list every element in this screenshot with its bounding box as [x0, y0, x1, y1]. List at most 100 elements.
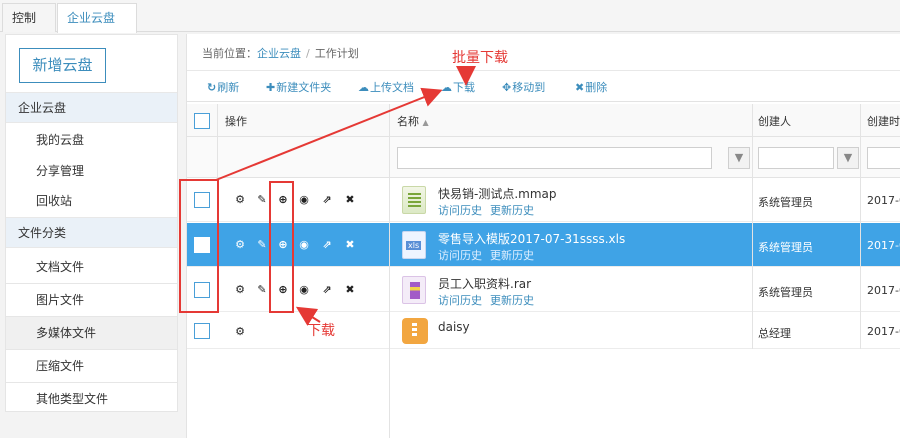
update-history-link[interactable]: 更新历史 [490, 249, 534, 262]
sidebar-item-documents[interactable]: 文档文件 [6, 251, 177, 284]
grid-header: 操作 名称 ▲ 创建人 创建时 [187, 104, 900, 137]
sidebar-item-share-manage[interactable]: 分享管理 [6, 155, 177, 188]
access-history-link[interactable]: 访问历史 [438, 204, 482, 217]
access-history-link[interactable]: 访问历史 [438, 294, 482, 307]
select-all-checkbox[interactable] [194, 113, 210, 129]
file-creator: 系统管理员 [758, 286, 813, 299]
gear-icon[interactable]: ⚙ [233, 238, 247, 251]
breadcrumb: 当前位置：企业云盘 / 工作计划 [202, 45, 359, 61]
move-button[interactable]: ✥移动到 [502, 79, 545, 95]
gear-icon[interactable]: ⚙ [233, 193, 247, 206]
pencil-icon[interactable]: ✎ [255, 238, 269, 251]
download-icon-highlight-box [269, 181, 294, 313]
share-icon[interactable]: ⇗ [320, 193, 334, 206]
gear-icon[interactable]: ⚙ [233, 283, 247, 296]
creator-filter-input[interactable] [758, 147, 834, 169]
pencil-icon[interactable]: ✎ [255, 193, 269, 206]
new-folder-button[interactable]: ✚新建文件夹 [266, 79, 331, 95]
file-name[interactable]: 员工入职资料.rar [438, 275, 531, 292]
pencil-icon[interactable]: ✎ [255, 283, 269, 296]
sidebar-section-file-category[interactable]: 文件分类 [6, 217, 177, 248]
file-creator: 系统管理员 [758, 196, 813, 209]
plus-icon: ✚ [266, 81, 276, 94]
share-icon[interactable]: ⇗ [320, 283, 334, 296]
folder-icon [402, 318, 428, 344]
header-name-label: 名称 [397, 115, 419, 128]
column-divider [860, 104, 861, 349]
upload-button[interactable]: ☁上传文档 [358, 79, 414, 95]
upload-label: 上传文档 [370, 81, 414, 94]
column-divider [389, 104, 390, 438]
delete-icon: ✖ [575, 81, 585, 94]
eye-icon[interactable]: ◉ [297, 193, 311, 206]
share-icon[interactable]: ⇗ [320, 238, 334, 251]
batch-download-button[interactable]: ☁下载 [441, 79, 475, 95]
created-filter-input[interactable] [867, 147, 900, 169]
breadcrumb-level1[interactable]: 企业云盘 [257, 47, 301, 60]
header-creator[interactable]: 创建人 [758, 113, 791, 129]
access-history-link[interactable]: 访问历史 [438, 249, 482, 262]
name-filter-input[interactable] [397, 147, 712, 169]
move-label: 移动到 [512, 81, 546, 94]
sort-asc-icon: ▲ [422, 118, 429, 127]
header-created[interactable]: 创建时 [867, 113, 900, 129]
file-links: 访问历史 更新历史 [438, 292, 534, 308]
header-name[interactable]: 名称 ▲ [397, 113, 429, 129]
xls-file-icon [402, 231, 426, 259]
sidebar: 新增云盘 企业云盘 我的云盘 分享管理 回收站 文件分类 文档文件 图片文件 多… [5, 34, 178, 412]
sidebar-item-recycle-bin[interactable]: 回收站 [6, 185, 177, 218]
row-checkbox[interactable] [194, 323, 210, 339]
sidebar-item-images[interactable]: 图片文件 [6, 284, 177, 317]
toolbar: ↻刷新 ✚新建文件夹 ☁上传文档 ☁下载 ✥移动到 ✖删除 [187, 70, 900, 102]
file-name[interactable]: daisy [438, 320, 470, 334]
breadcrumb-prefix: 当前位置： [202, 47, 257, 60]
refresh-button[interactable]: ↻刷新 [207, 79, 239, 95]
file-name[interactable]: 零售导入模版2017-07-31ssss.xls [438, 230, 625, 247]
file-creator: 总经理 [758, 327, 791, 340]
sidebar-item-archives[interactable]: 压缩文件 [6, 350, 177, 383]
refresh-icon: ↻ [207, 81, 217, 94]
column-divider [217, 104, 218, 178]
rar-file-icon [402, 276, 426, 304]
download-annotation: 下载 [307, 323, 335, 339]
checkbox-highlight-box [179, 179, 219, 313]
eye-icon[interactable]: ◉ [297, 283, 311, 296]
file-links: 访问历史 更新历史 [438, 202, 534, 218]
refresh-label: 刷新 [217, 81, 240, 94]
file-links: 访问历史 更新历史 [438, 247, 534, 263]
file-name[interactable]: 快易销-测试点.mmap [438, 185, 557, 202]
delete-label: 删除 [585, 81, 608, 94]
column-divider [752, 104, 753, 349]
mmap-file-icon [402, 186, 426, 214]
file-created: 2017-0 [867, 239, 900, 252]
close-icon[interactable]: ✖ [343, 283, 357, 296]
sidebar-section-enterprise-cloud[interactable]: 企业云盘 [6, 92, 177, 123]
tab-bar: 控制台 企业云盘✖ [0, 0, 900, 53]
file-created: 2017-0 [867, 194, 900, 207]
tab-console[interactable]: 控制台 [2, 3, 56, 53]
table-row[interactable]: ⚙ daisy 总经理 2017-0 [187, 313, 900, 349]
download-label: 下载 [453, 81, 475, 94]
file-creator: 系统管理员 [758, 241, 813, 254]
sidebar-item-my-cloud[interactable]: 我的云盘 [6, 124, 177, 157]
filter-icon[interactable]: ▼ [837, 147, 859, 169]
file-created: 2017-0 [867, 284, 900, 297]
gear-icon[interactable]: ⚙ [233, 325, 247, 338]
close-icon[interactable]: ✖ [343, 193, 357, 206]
tab-enterprise-cloud-label: 企业云盘 [67, 11, 116, 25]
update-history-link[interactable]: 更新历史 [490, 294, 534, 307]
filter-icon[interactable]: ▼ [728, 147, 750, 169]
sidebar-item-multimedia[interactable]: 多媒体文件 [6, 317, 177, 350]
eye-icon[interactable]: ◉ [297, 238, 311, 251]
delete-button[interactable]: ✖删除 [575, 79, 607, 95]
tab-enterprise-cloud[interactable]: 企业云盘✖ [57, 3, 137, 53]
sidebar-item-other-files[interactable]: 其他类型文件 [6, 383, 177, 416]
breadcrumb-separator: / [306, 47, 310, 60]
add-cloud-button[interactable]: 新增云盘 [19, 48, 106, 83]
close-icon[interactable]: ✖ [343, 238, 357, 251]
update-history-link[interactable]: 更新历史 [490, 204, 534, 217]
filter-row: ▼ ▼ [187, 137, 900, 178]
file-created: 2017-0 [867, 325, 900, 338]
cloud-download-icon: ☁ [441, 81, 452, 94]
batch-download-annotation: 批量下载 [452, 50, 508, 66]
